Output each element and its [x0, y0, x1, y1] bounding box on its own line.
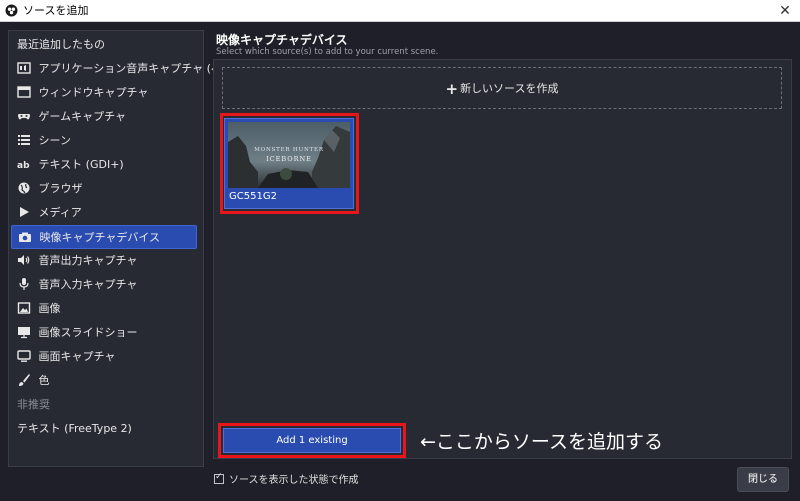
gamepad-icon — [18, 114, 30, 120]
slideshow-icon — [18, 327, 30, 339]
sidebar-item-recent[interactable]: 最近追加したもの — [11, 33, 197, 57]
sidebar-item-label: 非推奨 — [17, 398, 50, 411]
sidebar-item-label: 画面キャプチャ — [38, 350, 116, 363]
window-icon — [17, 86, 31, 98]
sidebar-item-display-capture[interactable]: 画面キャプチャ — [11, 345, 197, 369]
visible-checkbox-row[interactable]: ソースを表示した状態で作成 — [214, 471, 359, 486]
title-bar: ソースを追加 ✕ — [0, 0, 800, 22]
sidebar-item-label: 音声出力キャプチャ — [38, 254, 138, 267]
sidebar-item-label: ゲームキャプチャ — [38, 110, 127, 123]
thumbnail-title: MONSTER HUNTER — [254, 147, 324, 153]
sidebar-item-label: シーン — [38, 134, 71, 147]
brush-icon — [19, 374, 30, 386]
source-type-heading: 映像キャプチャデバイス — [216, 33, 348, 47]
sidebar-item-label: 画像 — [38, 302, 61, 315]
sidebar-item-label: 映像キャプチャデバイス — [39, 231, 161, 244]
source-thumbnail: MONSTER HUNTER ICEBORNE — [228, 122, 350, 188]
sidebar-item-window-capture[interactable]: ウィンドウキャプチャ — [11, 81, 197, 105]
sidebar-item-label: ブラウザ — [38, 182, 83, 195]
sidebar-item-image-slideshow[interactable]: 画像スライドショー — [11, 321, 197, 345]
source-name: GC551G2 — [229, 191, 277, 202]
add-existing-button[interactable]: Add 1 existing — [223, 428, 401, 453]
existing-source-card[interactable]: MONSTER HUNTER ICEBORNE GC551G2 — [224, 118, 354, 209]
svg-text:ab: ab — [17, 161, 30, 171]
globe-icon — [18, 182, 30, 194]
sidebar-item-label: 色 — [38, 374, 50, 387]
sidebar-item-label: 音声入力キャプチャ — [38, 278, 138, 291]
plus-icon: + — [445, 80, 459, 98]
sidebar-item-text-gdi[interactable]: ab テキスト (GDI+) — [11, 153, 197, 177]
speaker-icon — [18, 255, 30, 265]
sidebar-item-media[interactable]: メディア — [11, 201, 197, 225]
list-icon — [18, 135, 30, 145]
sidebar-item-video-capture-device[interactable]: 映像キャプチャデバイス — [11, 225, 197, 249]
microphone-icon — [19, 278, 29, 290]
sidebar-item-audio-input[interactable]: 音声入力キャプチャ — [11, 273, 197, 297]
text-ab-icon: ab — [17, 161, 30, 171]
sidebar-item-label: 画像スライドショー — [38, 326, 138, 339]
sidebar-item-browser[interactable]: ブラウザ — [11, 177, 197, 201]
window-title: ソースを追加 — [23, 4, 89, 17]
image-icon — [17, 302, 31, 314]
source-type-subheading: Select which source(s) to add to your cu… — [216, 47, 439, 57]
create-new-source-label: 新しいソースを作成 — [460, 82, 559, 95]
window-close-button[interactable]: ✕ — [776, 2, 794, 20]
sidebar-item-audio-output[interactable]: 音声出力キャプチャ — [11, 249, 197, 273]
sidebar-item-color[interactable]: 色 — [11, 369, 197, 393]
make-visible-label: ソースを表示した状態で作成 — [229, 475, 359, 486]
sidebar-item-label: 最近追加したもの — [17, 38, 105, 51]
sidebar-item-scene[interactable]: シーン — [11, 129, 197, 153]
sidebar-section-deprecated: 非推奨 — [11, 393, 197, 417]
camera-icon — [19, 232, 31, 242]
play-icon — [20, 207, 29, 217]
make-visible-checkbox[interactable] — [214, 472, 224, 484]
sidebar-item-image[interactable]: 画像 — [11, 297, 197, 321]
sidebar-item-app-audio[interactable]: アプリケーション音声キャプチャ (ベータ版) — [11, 57, 259, 81]
annotation-text: ←ここからソースを追加する — [420, 431, 663, 453]
close-button[interactable]: 閉じる — [737, 467, 789, 492]
sidebar-item-label: テキスト (FreeType 2) — [17, 422, 132, 435]
sidebar-item-label: ウィンドウキャプチャ — [38, 86, 149, 99]
sidebar-item-text-freetype[interactable]: テキスト (FreeType 2) — [11, 417, 197, 441]
thumbnail-subtitle: ICEBORNE — [266, 155, 312, 163]
app-audio-icon — [17, 62, 31, 74]
monitor-icon — [17, 350, 31, 362]
create-new-source-button[interactable]: + 新しいソースを作成 — [222, 67, 782, 109]
source-type-list: 最近追加したもの アプリケーション音声キャプチャ (ベータ版) ウィンドウキャプ… — [8, 30, 259, 467]
sidebar-item-label: メディア — [38, 206, 82, 219]
sidebar-item-label: テキスト (GDI+) — [38, 158, 124, 171]
sidebar-item-game-capture[interactable]: ゲームキャプチャ — [11, 105, 197, 129]
obs-logo-icon — [5, 4, 18, 17]
